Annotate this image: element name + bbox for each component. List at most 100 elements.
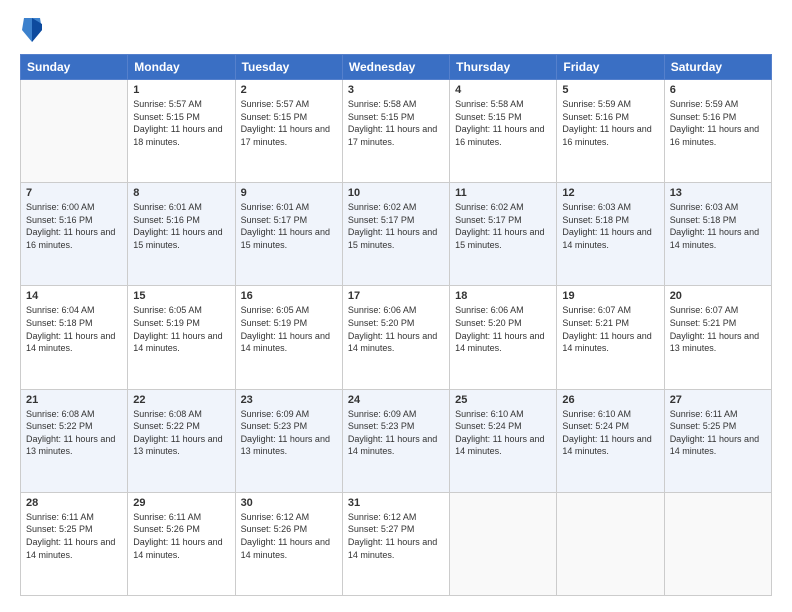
calendar-cell: 1 Sunrise: 5:57 AMSunset: 5:15 PMDaylight… (128, 80, 235, 183)
day-info: Sunrise: 6:12 AMSunset: 5:27 PMDaylight:… (348, 511, 444, 561)
day-number: 10 (348, 187, 444, 199)
weekday-header-monday: Monday (128, 55, 235, 80)
day-info: Sunrise: 6:09 AMSunset: 5:23 PMDaylight:… (348, 408, 444, 458)
day-info: Sunrise: 6:07 AMSunset: 5:21 PMDaylight:… (562, 304, 658, 354)
weekday-header-thursday: Thursday (450, 55, 557, 80)
day-info: Sunrise: 6:11 AMSunset: 5:25 PMDaylight:… (26, 511, 122, 561)
day-info: Sunrise: 6:04 AMSunset: 5:18 PMDaylight:… (26, 304, 122, 354)
calendar-cell: 11 Sunrise: 6:02 AMSunset: 5:17 PMDayligh… (450, 183, 557, 286)
day-number: 1 (133, 84, 229, 96)
day-number: 11 (455, 187, 551, 199)
day-info: Sunrise: 6:01 AMSunset: 5:16 PMDaylight:… (133, 201, 229, 251)
calendar-cell: 31Sunrise: 6:12 AMSunset: 5:27 PMDayligh… (342, 492, 449, 595)
calendar-cell: 17 Sunrise: 6:06 AMSunset: 5:20 PMDayligh… (342, 286, 449, 389)
calendar-week-row: 1 Sunrise: 5:57 AMSunset: 5:15 PMDaylight… (21, 80, 772, 183)
calendar-cell: 16 Sunrise: 6:05 AMSunset: 5:19 PMDayligh… (235, 286, 342, 389)
calendar-cell: 27 Sunrise: 6:11 AMSunset: 5:25 PMDayligh… (664, 389, 771, 492)
day-number: 7 (26, 187, 122, 199)
calendar-week-row: 28 Sunrise: 6:11 AMSunset: 5:25 PMDayligh… (21, 492, 772, 595)
day-info: Sunrise: 5:59 AMSunset: 5:16 PMDaylight:… (670, 98, 766, 148)
calendar-cell: 18Sunrise: 6:06 AMSunset: 5:20 PMDayligh… (450, 286, 557, 389)
day-info: Sunrise: 6:10 AMSunset: 5:24 PMDaylight:… (455, 408, 551, 458)
day-info: Sunrise: 6:10 AMSunset: 5:24 PMDaylight:… (562, 408, 658, 458)
day-info: Sunrise: 6:02 AMSunset: 5:17 PMDaylight:… (455, 201, 551, 251)
day-number: 19 (562, 290, 658, 302)
day-info: Sunrise: 5:58 AMSunset: 5:15 PMDaylight:… (348, 98, 444, 148)
day-info: Sunrise: 6:00 AMSunset: 5:16 PMDaylight:… (26, 201, 122, 251)
calendar-cell: 12Sunrise: 6:03 AMSunset: 5:18 PMDayligh… (557, 183, 664, 286)
calendar-cell: 10 Sunrise: 6:02 AMSunset: 5:17 PMDayligh… (342, 183, 449, 286)
weekday-header-friday: Friday (557, 55, 664, 80)
day-info: Sunrise: 6:11 AMSunset: 5:25 PMDaylight:… (670, 408, 766, 458)
calendar-cell: 19 Sunrise: 6:07 AMSunset: 5:21 PMDayligh… (557, 286, 664, 389)
calendar-cell (21, 80, 128, 183)
day-number: 14 (26, 290, 122, 302)
calendar-cell: 9 Sunrise: 6:01 AMSunset: 5:17 PMDaylight… (235, 183, 342, 286)
calendar-cell: 2Sunrise: 5:57 AMSunset: 5:15 PMDaylight… (235, 80, 342, 183)
calendar-cell: 15 Sunrise: 6:05 AMSunset: 5:19 PMDayligh… (128, 286, 235, 389)
day-info: Sunrise: 6:09 AMSunset: 5:23 PMDaylight:… (241, 408, 337, 458)
day-info: Sunrise: 5:57 AMSunset: 5:15 PMDaylight:… (133, 98, 229, 148)
day-info: Sunrise: 6:06 AMSunset: 5:20 PMDaylight:… (348, 304, 444, 354)
day-number: 28 (26, 497, 122, 509)
calendar-table: SundayMondayTuesdayWednesdayThursdayFrid… (20, 54, 772, 596)
calendar-cell: 14 Sunrise: 6:04 AMSunset: 5:18 PMDayligh… (21, 286, 128, 389)
weekday-header-saturday: Saturday (664, 55, 771, 80)
calendar-cell: 5 Sunrise: 5:59 AMSunset: 5:16 PMDaylight… (557, 80, 664, 183)
day-number: 27 (670, 394, 766, 406)
day-number: 21 (26, 394, 122, 406)
weekday-header-row: SundayMondayTuesdayWednesdayThursdayFrid… (21, 55, 772, 80)
weekday-header-sunday: Sunday (21, 55, 128, 80)
logo-icon (20, 16, 44, 44)
calendar-cell: 25 Sunrise: 6:10 AMSunset: 5:24 PMDayligh… (450, 389, 557, 492)
calendar-cell: 8 Sunrise: 6:01 AMSunset: 5:16 PMDaylight… (128, 183, 235, 286)
day-number: 24 (348, 394, 444, 406)
day-info: Sunrise: 6:08 AMSunset: 5:22 PMDaylight:… (26, 408, 122, 458)
day-info: Sunrise: 5:59 AMSunset: 5:16 PMDaylight:… (562, 98, 658, 148)
day-number: 30 (241, 497, 337, 509)
day-number: 8 (133, 187, 229, 199)
day-number: 13 (670, 187, 766, 199)
day-info: Sunrise: 6:05 AMSunset: 5:19 PMDaylight:… (241, 304, 337, 354)
day-info: Sunrise: 6:11 AMSunset: 5:26 PMDaylight:… (133, 511, 229, 561)
day-number: 29 (133, 497, 229, 509)
day-info: Sunrise: 6:01 AMSunset: 5:17 PMDaylight:… (241, 201, 337, 251)
day-info: Sunrise: 6:03 AMSunset: 5:18 PMDaylight:… (670, 201, 766, 251)
calendar-cell: 29 Sunrise: 6:11 AMSunset: 5:26 PMDayligh… (128, 492, 235, 595)
day-number: 6 (670, 84, 766, 96)
day-info: Sunrise: 6:07 AMSunset: 5:21 PMDaylight:… (670, 304, 766, 354)
day-info: Sunrise: 6:05 AMSunset: 5:19 PMDaylight:… (133, 304, 229, 354)
calendar-cell (664, 492, 771, 595)
calendar-cell: 28 Sunrise: 6:11 AMSunset: 5:25 PMDayligh… (21, 492, 128, 595)
calendar-cell: 26Sunrise: 6:10 AMSunset: 5:24 PMDayligh… (557, 389, 664, 492)
weekday-header-wednesday: Wednesday (342, 55, 449, 80)
day-info: Sunrise: 5:58 AMSunset: 5:15 PMDaylight:… (455, 98, 551, 148)
calendar-cell: 22Sunrise: 6:08 AMSunset: 5:22 PMDayligh… (128, 389, 235, 492)
day-number: 17 (348, 290, 444, 302)
day-info: Sunrise: 6:02 AMSunset: 5:17 PMDaylight:… (348, 201, 444, 251)
day-number: 20 (670, 290, 766, 302)
page: SundayMondayTuesdayWednesdayThursdayFrid… (0, 0, 792, 612)
day-number: 12 (562, 187, 658, 199)
calendar-cell (450, 492, 557, 595)
calendar-cell: 23 Sunrise: 6:09 AMSunset: 5:23 PMDayligh… (235, 389, 342, 492)
calendar-cell: 7 Sunrise: 6:00 AMSunset: 5:16 PMDaylight… (21, 183, 128, 286)
calendar-cell: 24 Sunrise: 6:09 AMSunset: 5:23 PMDayligh… (342, 389, 449, 492)
calendar-cell: 13 Sunrise: 6:03 AMSunset: 5:18 PMDayligh… (664, 183, 771, 286)
day-info: Sunrise: 6:12 AMSunset: 5:26 PMDaylight:… (241, 511, 337, 561)
calendar-cell: 21 Sunrise: 6:08 AMSunset: 5:22 PMDayligh… (21, 389, 128, 492)
day-number: 16 (241, 290, 337, 302)
day-number: 15 (133, 290, 229, 302)
day-number: 9 (241, 187, 337, 199)
weekday-header-tuesday: Tuesday (235, 55, 342, 80)
calendar-cell: 4Sunrise: 5:58 AMSunset: 5:15 PMDaylight… (450, 80, 557, 183)
day-number: 5 (562, 84, 658, 96)
day-info: Sunrise: 5:57 AMSunset: 5:15 PMDaylight:… (241, 98, 337, 148)
calendar-week-row: 7 Sunrise: 6:00 AMSunset: 5:16 PMDaylight… (21, 183, 772, 286)
day-number: 23 (241, 394, 337, 406)
day-number: 3 (348, 84, 444, 96)
day-number: 22 (133, 394, 229, 406)
day-info: Sunrise: 6:06 AMSunset: 5:20 PMDaylight:… (455, 304, 551, 354)
logo (20, 16, 48, 44)
day-number: 25 (455, 394, 551, 406)
